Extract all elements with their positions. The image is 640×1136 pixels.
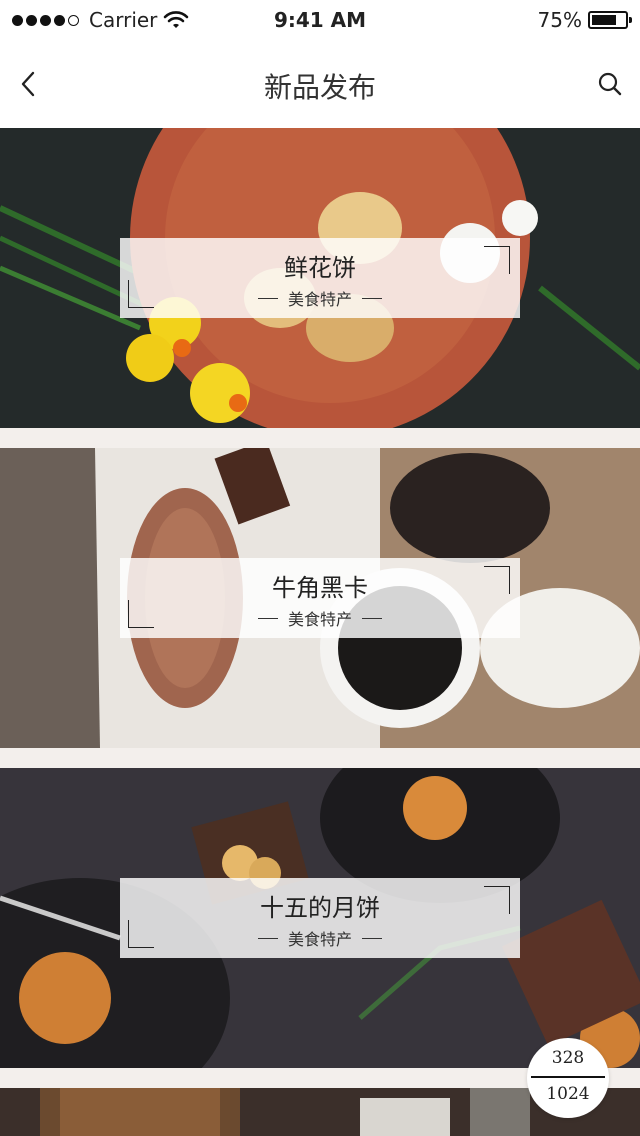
product-card-croissant[interactable]: 牛角黑卡 美食特产 bbox=[0, 448, 640, 748]
product-card-flower-cake[interactable]: 鲜花饼 美食特产 bbox=[0, 128, 640, 428]
page-counter: 328 1024 bbox=[527, 1038, 609, 1118]
page-title: 新品发布 bbox=[263, 71, 376, 104]
nav-bar: 新品发布 bbox=[0, 40, 640, 128]
battery-percentage: 75% bbox=[537, 8, 582, 32]
status-bar: Carrier 9:41 AM 75% bbox=[0, 0, 640, 40]
card-subtitle-text: 美食特产 bbox=[287, 290, 352, 309]
card-title: 十五的月饼 bbox=[260, 894, 380, 922]
card-label: 鲜花饼 美食特产 bbox=[120, 238, 520, 318]
card-subtitle: 美食特产 bbox=[120, 286, 520, 310]
product-card-mooncake[interactable]: 十五的月饼 美食特产 bbox=[0, 768, 640, 1068]
card-subtitle: 美食特产 bbox=[120, 606, 520, 630]
current-page-number: 328 bbox=[551, 1048, 585, 1068]
card-subtitle: 美食特产 bbox=[120, 926, 520, 950]
search-button[interactable] bbox=[594, 68, 626, 100]
card-label: 牛角黑卡 美食特产 bbox=[120, 558, 520, 638]
search-icon bbox=[598, 72, 622, 96]
status-right: 75% bbox=[537, 8, 632, 32]
counter-divider bbox=[531, 1076, 605, 1078]
card-title: 牛角黑卡 bbox=[272, 574, 368, 602]
card-label: 十五的月饼 美食特产 bbox=[120, 878, 520, 958]
card-subtitle-text: 美食特产 bbox=[287, 610, 352, 629]
battery-fill bbox=[592, 15, 616, 25]
card-title: 鲜花饼 bbox=[284, 254, 356, 282]
card-subtitle-text: 美食特产 bbox=[287, 930, 352, 949]
battery-icon bbox=[588, 11, 632, 29]
total-page-number: 1024 bbox=[546, 1084, 590, 1104]
